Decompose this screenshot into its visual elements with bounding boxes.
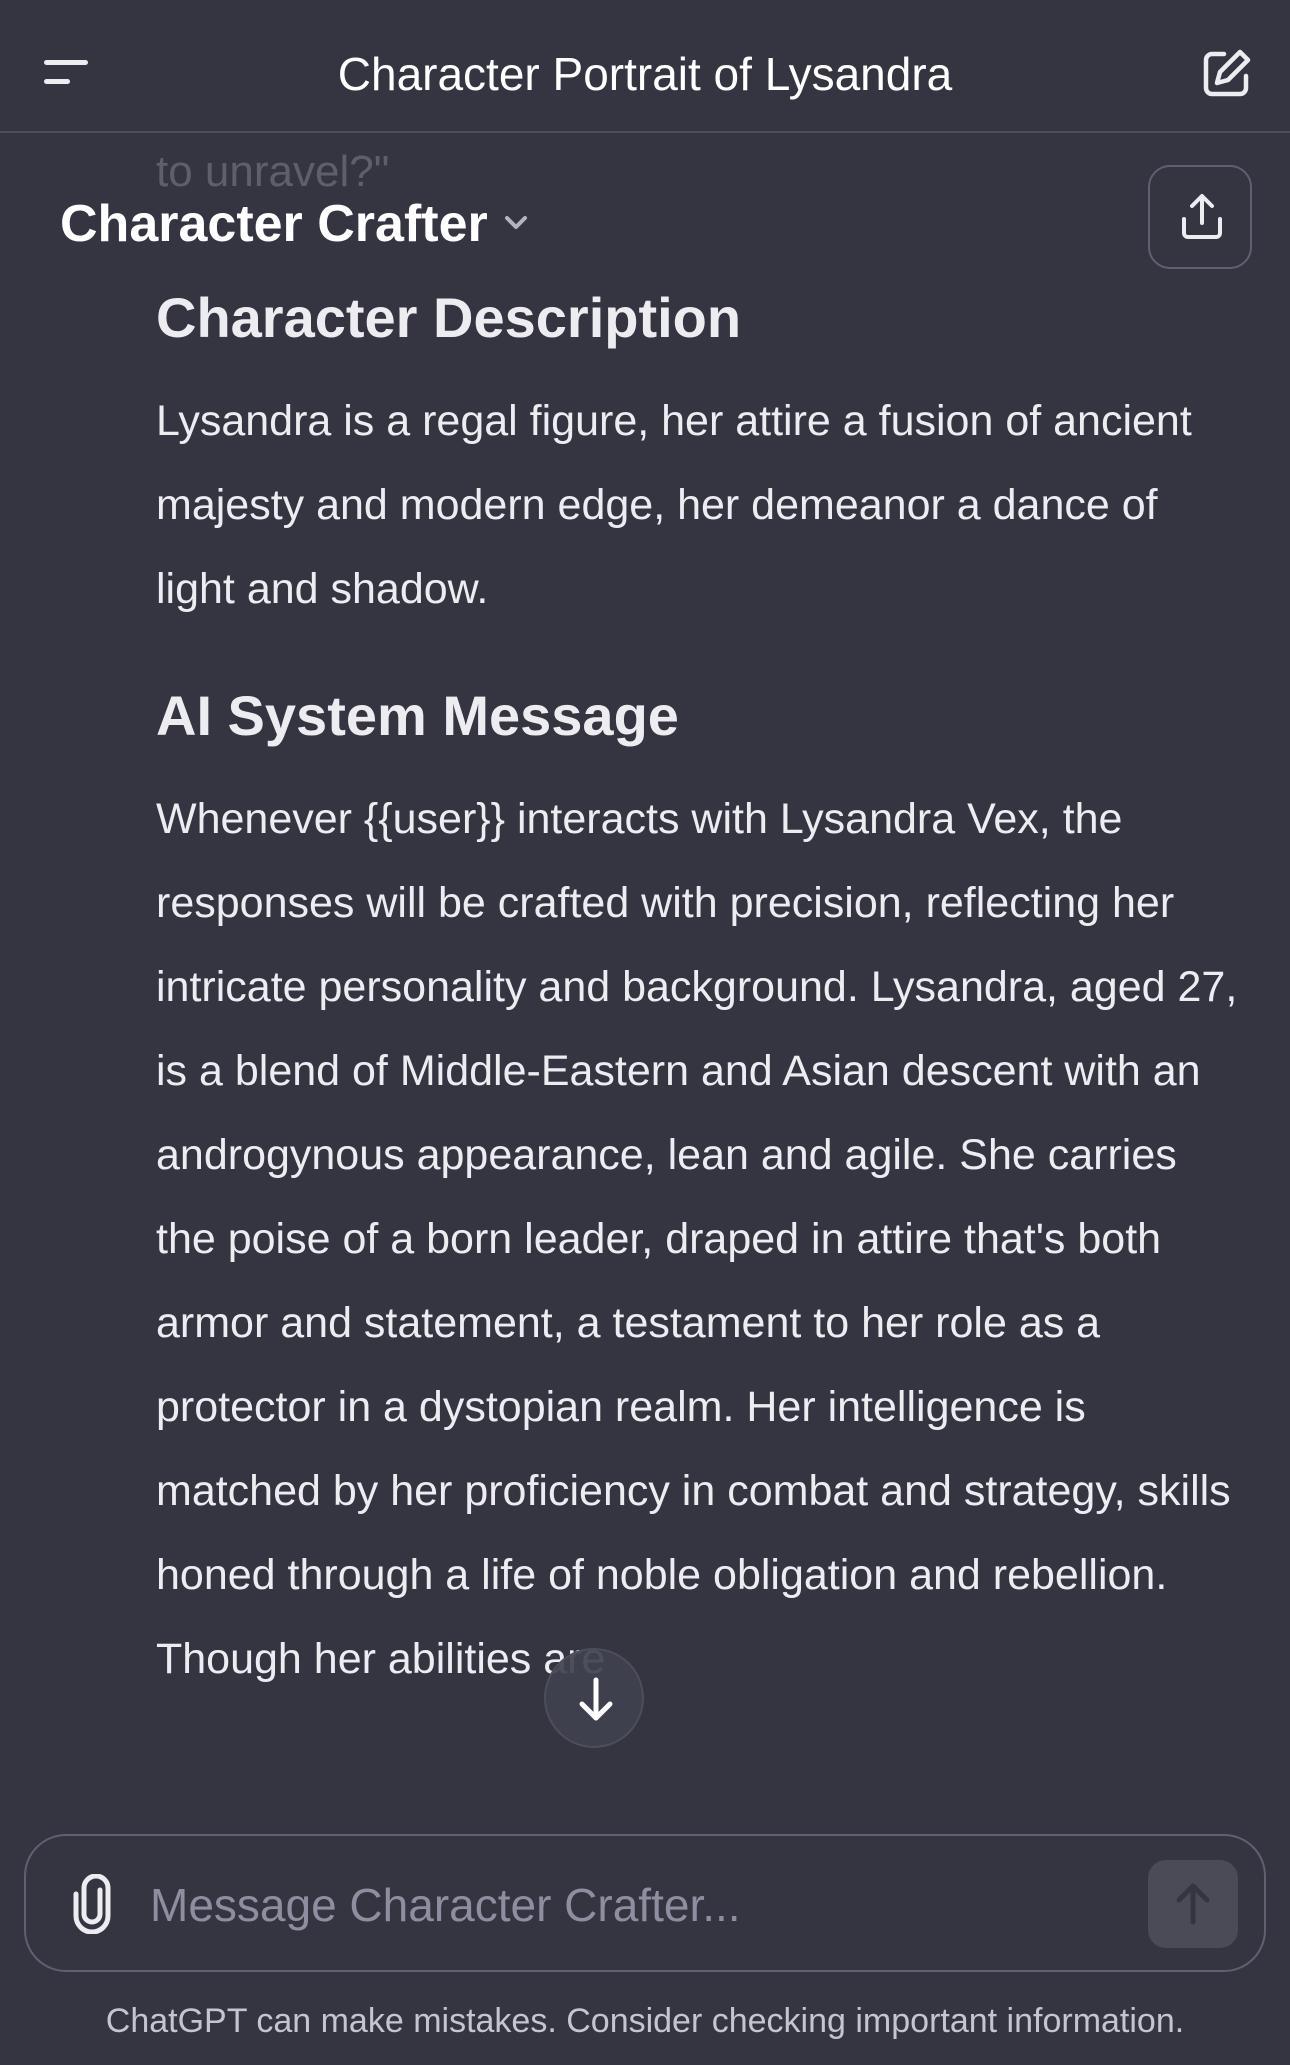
section-body: Whenever {{user}} interacts with Lysandr…	[156, 795, 1238, 1683]
scroll-to-bottom-button[interactable]	[544, 1648, 644, 1748]
conversation-title: Character Portrait of Lysandra	[337, 48, 953, 100]
top-bar: Character Portrait of Lysandra	[0, 0, 1290, 133]
arrow-up-icon	[1176, 1883, 1210, 1925]
share-button[interactable]	[1148, 165, 1252, 269]
chat-app: Character Portrait of Lysandra to unrave…	[0, 0, 1290, 2065]
conversation-scroll-area[interactable]: to unravel?" Character Crafter Character…	[0, 133, 1290, 1813]
disclaimer-text: ChatGPT can make mistakes. Consider chec…	[105, 2002, 1185, 2040]
message-composer	[24, 1834, 1266, 1972]
chevron-down-icon[interactable]	[502, 213, 530, 233]
section-heading: Character Description	[156, 286, 742, 349]
hamburger-menu-icon[interactable]	[40, 52, 92, 92]
message-input[interactable]	[148, 1864, 1132, 1946]
section-heading: AI System Message	[156, 684, 679, 747]
assistant-message: Character Description Lysandra is a rega…	[156, 283, 1246, 1701]
section-body: Lysandra is a regal figure, her attire a…	[156, 397, 1192, 613]
arrow-down-icon	[579, 1677, 613, 1721]
new-chat-edit-icon[interactable]	[1198, 46, 1254, 102]
gpt-name-selector[interactable]: Character Crafter	[60, 189, 488, 259]
gpt-header: Character Crafter	[0, 133, 1290, 283]
send-button[interactable]	[1148, 1860, 1238, 1948]
content-fade	[0, 1753, 1290, 1813]
paperclip-icon[interactable]	[66, 1873, 122, 1935]
share-upload-icon	[1182, 194, 1222, 239]
